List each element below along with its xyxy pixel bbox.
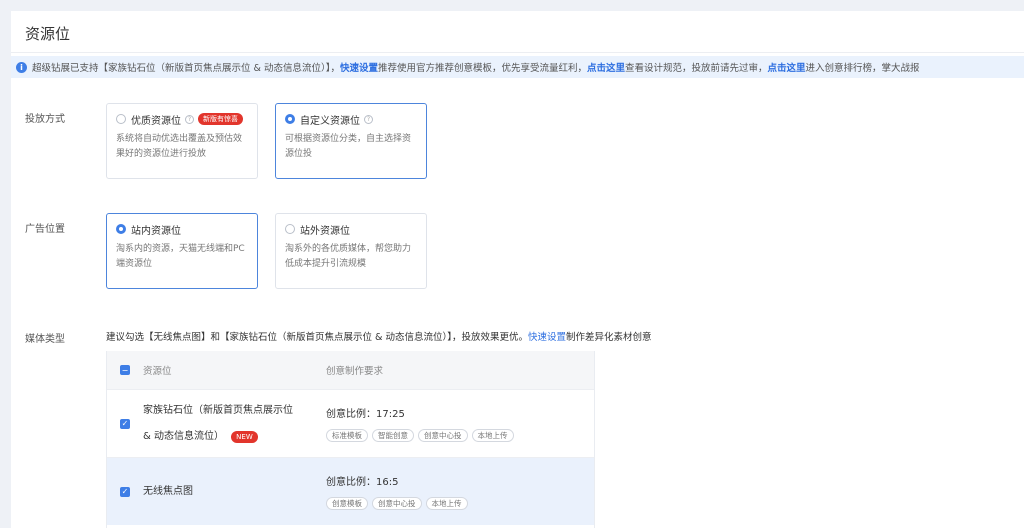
ad-position-offsite[interactable]: 站外资源位 淘系外的各优质媒体，帮您助力低成本提升引流规模 <box>275 213 427 289</box>
header-spec: 创意制作要求 <box>326 366 384 377</box>
option-name: 站外资源位 <box>300 225 350 237</box>
tag[interactable]: 本地上传 <box>471 429 514 442</box>
table-header: − 资源位 创意制作要求 <box>107 351 594 389</box>
media-tip-text-2: 制作差异化素材创意 <box>565 332 652 343</box>
option-desc: 可根据资源位分类，自主选择资源位投 <box>285 134 412 159</box>
delivery-method-label: 投放方式 <box>25 114 65 125</box>
table-row[interactable]: ✓ 家族钻石位（新版首页焦点展示位 & 动态信息流位） NEW 创意比例：17:… <box>107 389 594 457</box>
tag[interactable]: 本地上传 <box>425 497 468 510</box>
resource-table: − 资源位 创意制作要求 ✓ 家族钻石位（新版首页焦点展示位 & 动态信息流位）… <box>106 351 595 528</box>
media-tip: 建议勾选【无线焦点图】和【家族钻石位（新版首页焦点展示位 & 动态信息流位）】，… <box>106 329 651 343</box>
notice-link-quick-setup[interactable]: 快速设置 <box>340 60 378 74</box>
new-badge: NEW <box>231 430 258 443</box>
tag[interactable]: 创意模板 <box>326 497 368 510</box>
radio-checked[interactable] <box>285 114 295 124</box>
radio-checked[interactable] <box>116 224 126 234</box>
option-name: 自定义资源位 <box>300 115 360 127</box>
delivery-option-custom[interactable]: 自定义资源位 ? 可根据资源位分类，自主选择资源位投 <box>275 103 427 179</box>
tag[interactable]: 创意中心投 <box>418 429 468 442</box>
ad-position-onsite[interactable]: 站内资源位 淘系内的资源，天猫无线端和PC端资源位 <box>106 213 258 289</box>
ad-position-label: 广告位置 <box>25 224 65 235</box>
page-title: 资源位 <box>25 25 71 43</box>
help-icon[interactable]: ? <box>364 114 373 124</box>
table-row[interactable]: ✓ 无线焦点图 创意比例：16:5 创意模板 创意中心投 本地上传 <box>107 457 594 525</box>
header-resource: 资源位 <box>143 366 172 377</box>
title-divider <box>11 52 1024 53</box>
tag[interactable]: 创意中心投 <box>372 497 422 510</box>
select-all-checkbox[interactable]: − <box>120 365 130 375</box>
resource-position-page: 资源位 i 超级钻展已支持【家族钻石位（新版首页焦点展示位 & 动态信息流位）】… <box>11 11 1024 528</box>
tag-list: 标准模板 智能创意 创意中心投 本地上传 <box>326 429 594 442</box>
tag-list: 创意模板 创意中心投 本地上传 <box>326 497 594 510</box>
option-name: 优质资源位 <box>131 115 181 127</box>
media-type-label: 媒体类型 <box>25 334 65 345</box>
resource-name: 家族钻石位（新版首页焦点展示位 <box>143 404 293 416</box>
notice-link-design-spec[interactable]: 点击这里 <box>587 60 625 74</box>
notice-text-4: 进入创意排行榜，掌大战报 <box>805 63 920 74</box>
tag[interactable]: 智能创意 <box>372 429 414 442</box>
notice-link-ranking[interactable]: 点击这里 <box>768 60 806 74</box>
option-name: 站内资源位 <box>131 225 181 237</box>
resource-name-line2: & 动态信息流位） NEW <box>143 424 326 450</box>
notice-text-2: 推荐使用官方推荐创意模板，优先享受流量红利， <box>377 63 587 74</box>
creative-spec: 创意比例：17:25 <box>326 409 405 420</box>
media-tip-link[interactable]: 快速设置 <box>528 332 566 343</box>
media-tip-text-1: 建议勾选【无线焦点图】和【家族钻石位（新版首页焦点展示位 & 动态信息流位）】，… <box>106 332 528 343</box>
notice-text-3: 查看设计规范，投放前请先过审， <box>625 63 768 74</box>
option-desc: 淘系外的各优质媒体，帮您助力低成本提升引流规模 <box>285 244 412 269</box>
help-icon[interactable]: ? <box>185 114 194 124</box>
info-icon: i <box>16 61 27 73</box>
tag[interactable]: 标准模板 <box>326 429 368 442</box>
radio-unchecked[interactable] <box>116 114 126 124</box>
radio-unchecked[interactable] <box>285 224 295 234</box>
notice-text-1: 超级钻展已支持【家族钻石位（新版首页焦点展示位 & 动态信息流位）】， <box>32 63 340 74</box>
row-checkbox[interactable]: ✓ <box>120 486 130 497</box>
resource-name: 无线焦点图 <box>143 485 193 497</box>
new-badge: 新版有惊喜 <box>198 113 243 125</box>
resource-name-cont: & 动态信息流位） <box>143 430 224 442</box>
delivery-option-premium[interactable]: 优质资源位 ? 新版有惊喜 系统将自动优选出覆盖及预估效果好的资源位进行投放 <box>106 103 258 179</box>
row-checkbox[interactable]: ✓ <box>120 418 130 429</box>
notice-bar: i 超级钻展已支持【家族钻石位（新版首页焦点展示位 & 动态信息流位）】， 快速… <box>11 56 1024 78</box>
option-desc: 系统将自动优选出覆盖及预估效果好的资源位进行投放 <box>116 134 243 159</box>
creative-spec: 创意比例：16:5 <box>326 477 399 488</box>
option-desc: 淘系内的资源，天猫无线端和PC端资源位 <box>116 244 245 269</box>
